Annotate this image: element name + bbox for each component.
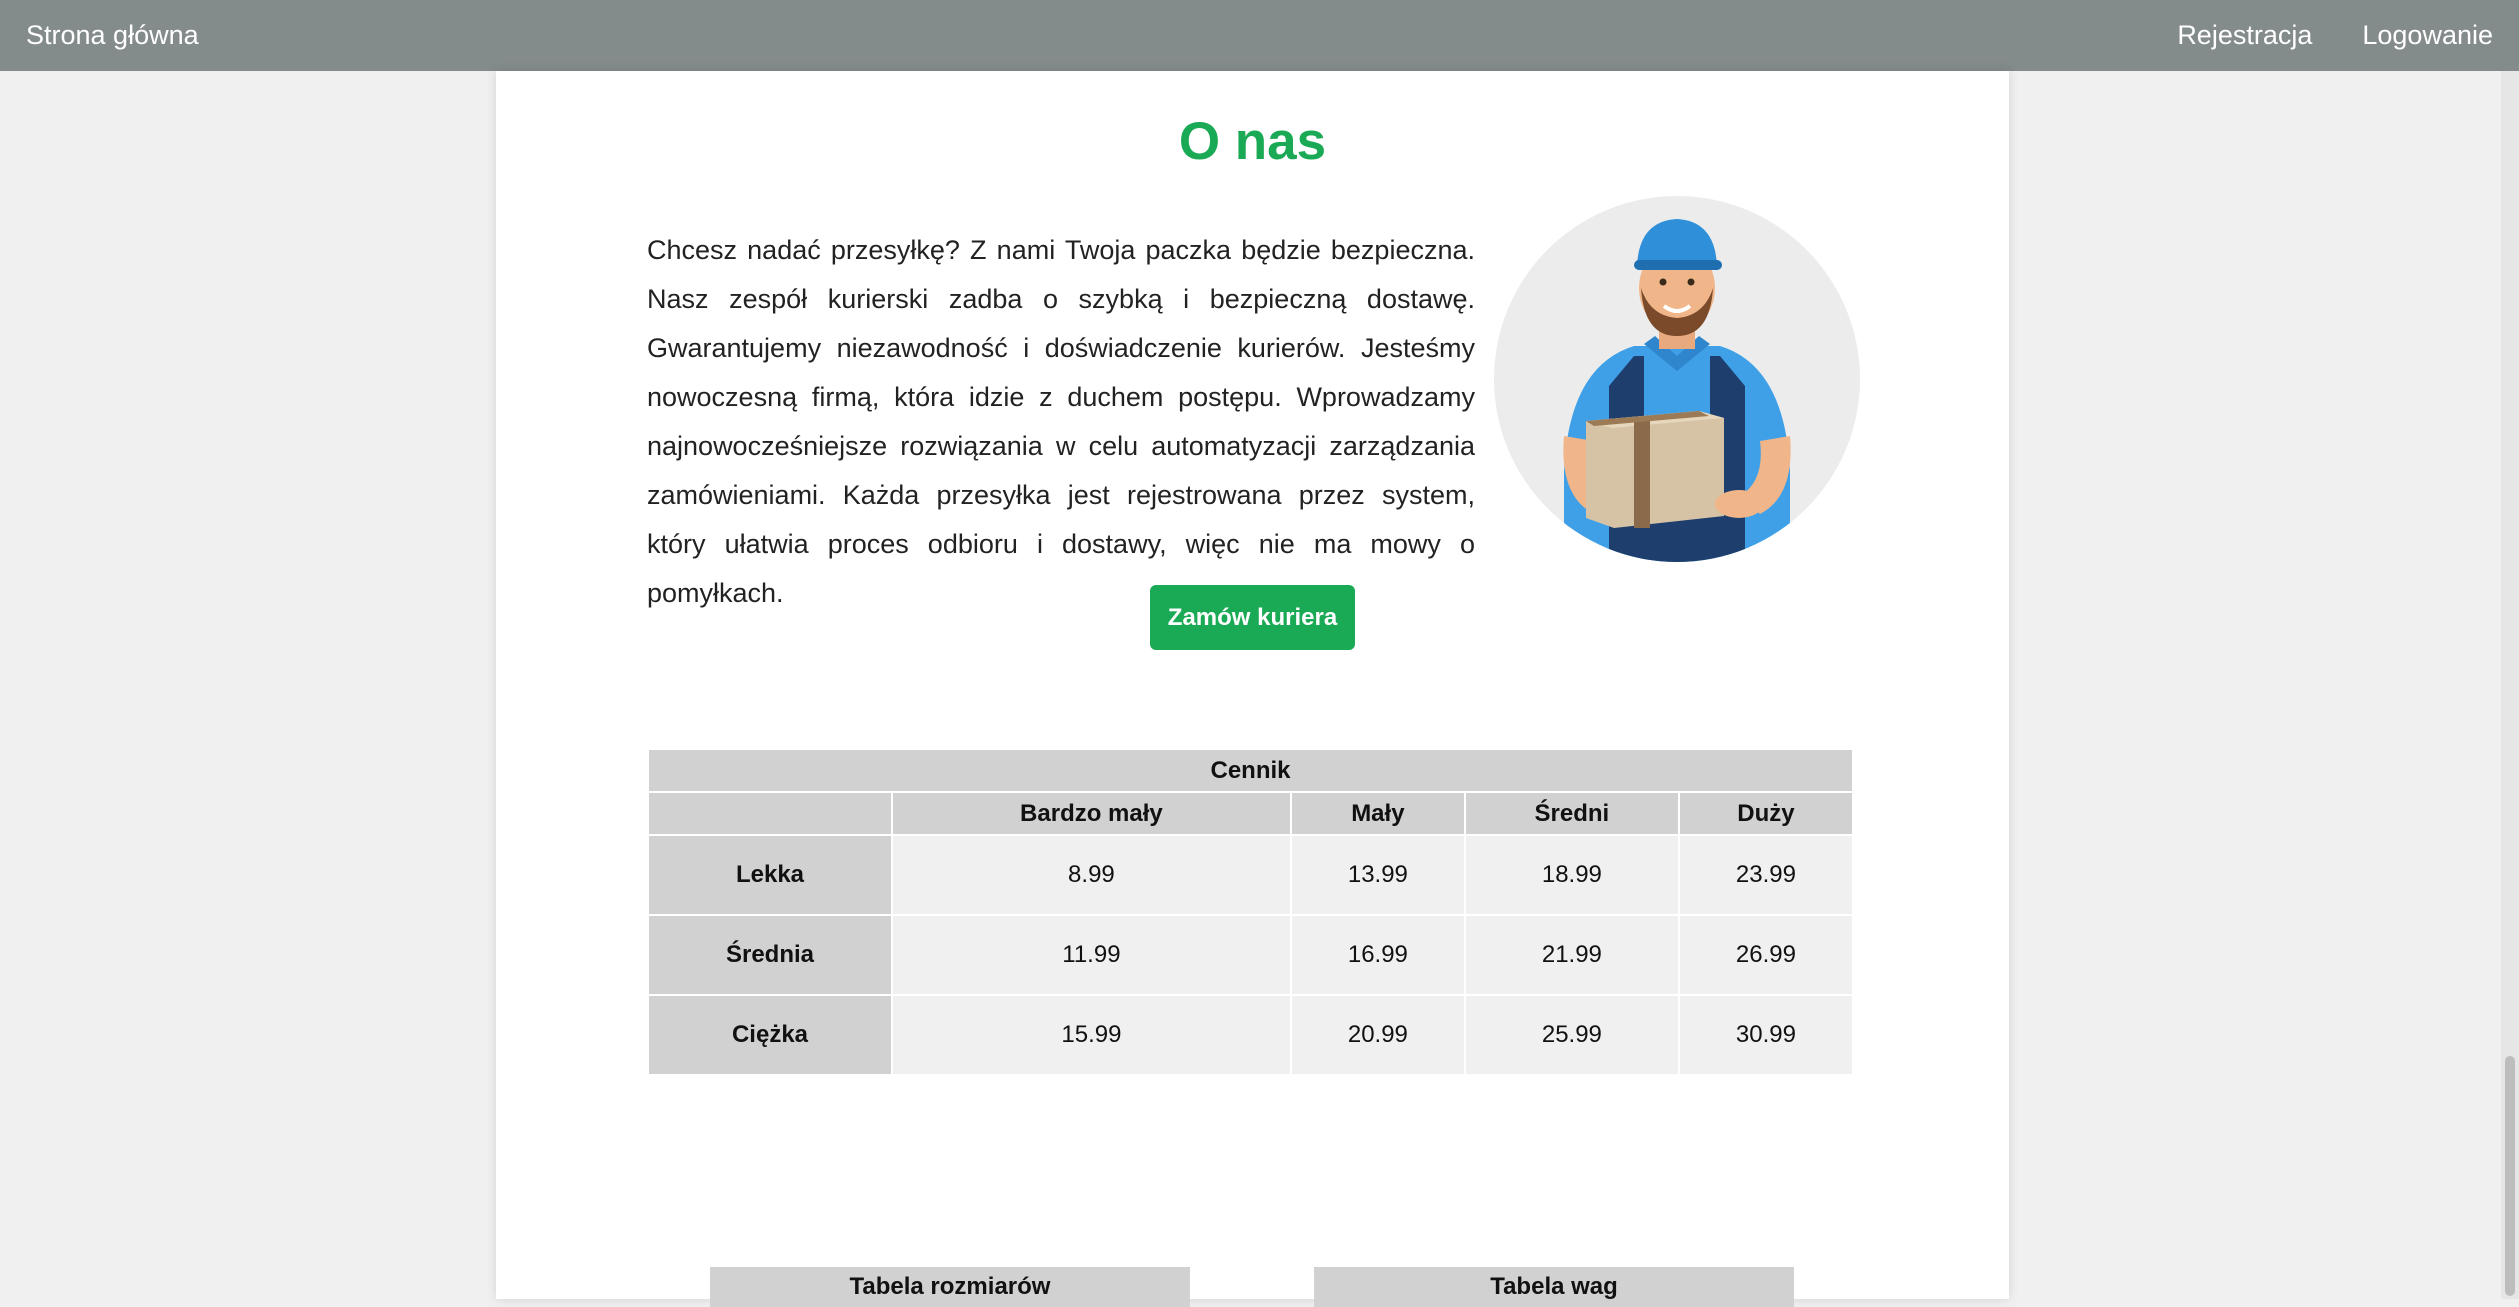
column-header: Mały — [1289, 791, 1466, 836]
price-cell: 20.99 — [1289, 994, 1466, 1076]
top-navbar: Strona główna Rejestracja Logowanie — [0, 0, 2519, 71]
price-cell: 11.99 — [891, 914, 1292, 996]
price-cell: 26.99 — [1677, 914, 1855, 996]
page-scrollbar[interactable] — [2501, 71, 2519, 1299]
scrollbar-thumb[interactable] — [2505, 1056, 2515, 1296]
price-cell: 16.99 — [1289, 914, 1466, 996]
column-header: Duży — [1677, 791, 1855, 836]
main-content: O nas Chcesz nadać przesyłkę? Z nami Two… — [496, 71, 2009, 1307]
price-cell: 8.99 — [891, 834, 1292, 916]
nav-home-link[interactable]: Strona główna — [26, 20, 199, 51]
price-cell: 30.99 — [1677, 994, 1855, 1076]
table-row: Ciężka 15.99 20.99 25.99 30.99 — [647, 994, 1855, 1076]
price-cell: 15.99 — [891, 994, 1292, 1076]
about-description: Chcesz nadać przesyłkę? Z nami Twoja pac… — [647, 235, 1475, 608]
sizes-table-caption: Tabela rozmiarów — [710, 1267, 1190, 1307]
price-cell: 13.99 — [1289, 834, 1466, 916]
price-table-header-row: Bardzo mały Mały Średni Duży — [647, 791, 1855, 836]
nav-login-link[interactable]: Logowanie — [2362, 20, 2493, 51]
order-courier-button[interactable]: Zamów kuriera — [1150, 585, 1355, 650]
row-label: Ciężka — [647, 994, 893, 1076]
nav-register-link[interactable]: Rejestracja — [2177, 20, 2312, 51]
courier-illustration — [1494, 196, 1860, 562]
nav-right-links: Rejestracja Logowanie — [2177, 20, 2493, 51]
row-label: Średnia — [647, 914, 893, 996]
column-header — [647, 791, 893, 836]
price-cell: 18.99 — [1463, 834, 1680, 916]
table-row: Lekka 8.99 13.99 18.99 23.99 — [647, 834, 1855, 916]
column-header: Bardzo mały — [891, 791, 1292, 836]
courier-person-icon — [1563, 219, 1791, 562]
price-cell: 25.99 — [1463, 994, 1680, 1076]
weights-table-caption: Tabela wag — [1314, 1267, 1794, 1307]
price-table-caption: Cennik — [647, 748, 1854, 793]
price-cell: 21.99 — [1463, 914, 1680, 996]
row-label: Lekka — [647, 834, 893, 916]
column-header: Średni — [1463, 791, 1680, 836]
table-row: Średnia 11.99 16.99 21.99 26.99 — [647, 914, 1855, 996]
price-table: Cennik Bardzo mały Mały Średni Duży Lekk… — [647, 748, 1855, 1076]
price-cell: 23.99 — [1677, 834, 1855, 916]
page-title: O nas — [1178, 112, 1327, 171]
